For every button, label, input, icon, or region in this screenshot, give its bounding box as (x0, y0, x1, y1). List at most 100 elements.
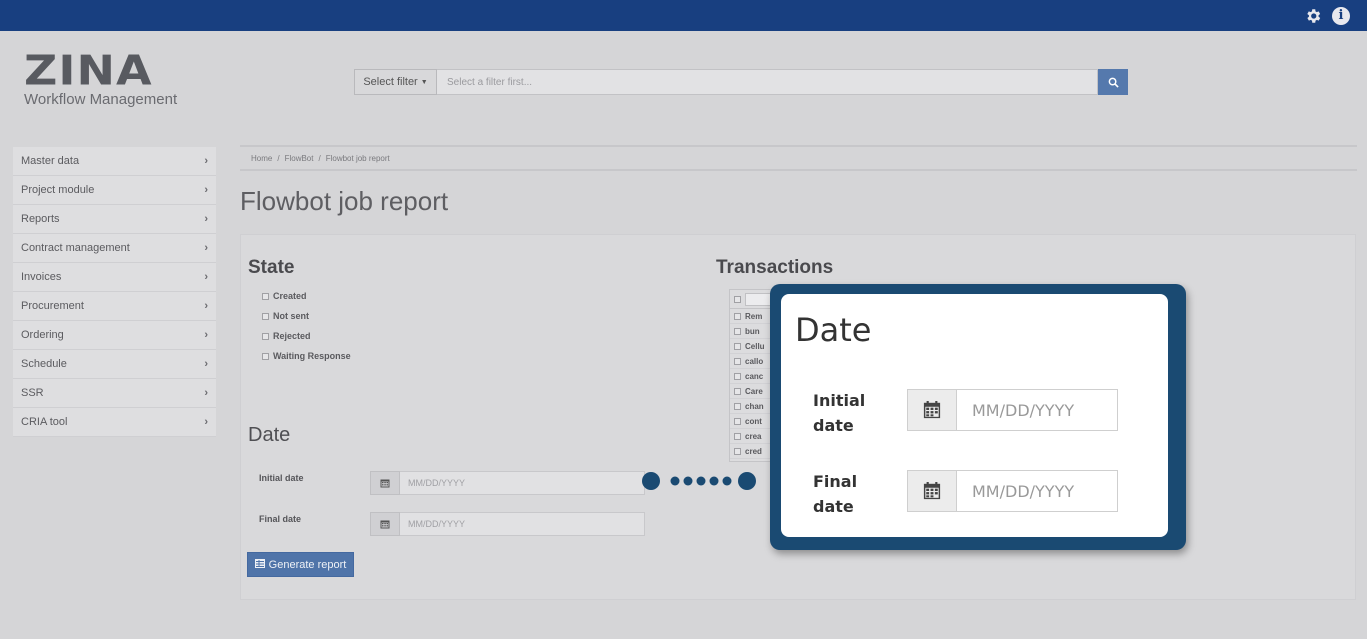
sidebar-item-ssr[interactable]: SSR › (13, 379, 216, 408)
breadcrumb-flowbot[interactable]: FlowBot (285, 154, 314, 163)
breadcrumb-home[interactable]: Home (251, 154, 272, 163)
caret-down-icon: ▼ (420, 78, 428, 86)
select-all-checkbox[interactable] (734, 295, 741, 303)
filter-select-dropdown[interactable]: Select filter ▼ (354, 69, 437, 95)
sidebar-item-cria-tool[interactable]: CRIA tool › (13, 408, 216, 437)
sidebar-item-label: Ordering (21, 329, 64, 341)
state-option-label: Rejected (273, 331, 311, 341)
sidebar-item-label: Procurement (21, 300, 84, 312)
date-callout: Date Initial date MM/DD/YYYY Final date … (770, 284, 1186, 550)
chevron-right-icon: › (204, 242, 208, 254)
callout-connector (642, 472, 756, 490)
checkbox[interactable] (734, 447, 741, 455)
callout-final-date-field[interactable]: MM/DD/YYYY (907, 470, 1118, 512)
initial-date-field[interactable]: MM/DD/YYYY (370, 471, 645, 495)
checkbox[interactable] (734, 357, 741, 365)
callout-title: Date (795, 311, 872, 349)
chevron-right-icon: › (204, 184, 208, 196)
sidebar-item-label: Invoices (21, 271, 62, 283)
state-option-label: Created (273, 291, 307, 301)
page-title: Flowbot job report (240, 186, 449, 216)
checkbox[interactable] (734, 342, 741, 350)
state-option-rejected[interactable]: Rejected (262, 331, 311, 341)
logo-mark: ZINA (24, 45, 153, 95)
sidebar-item-invoices[interactable]: Invoices › (13, 263, 216, 292)
calendar-icon[interactable] (907, 470, 957, 512)
search-button[interactable] (1098, 69, 1128, 95)
breadcrumb-separator: / (277, 153, 280, 163)
sidebar-item-master-data[interactable]: Master data › (13, 147, 216, 176)
callout-initial-date-field[interactable]: MM/DD/YYYY (907, 389, 1118, 431)
sidebar-item-project-module[interactable]: Project module › (13, 176, 216, 205)
breadcrumb-separator: / (318, 153, 321, 163)
checkbox[interactable] (262, 312, 269, 320)
transaction-label: cont (745, 416, 762, 426)
checkbox[interactable] (262, 292, 269, 300)
chevron-right-icon: › (204, 271, 208, 283)
connector-dot (738, 472, 756, 490)
chevron-right-icon: › (204, 329, 208, 341)
state-option-created[interactable]: Created (262, 291, 307, 301)
final-date-label: Final date (259, 514, 302, 524)
state-option-not-sent[interactable]: Not sent (262, 311, 309, 321)
sidebar-item-label: SSR (21, 387, 44, 399)
breadcrumb-current: Flowbot job report (325, 153, 390, 163)
checkbox[interactable] (734, 327, 741, 335)
table-icon (254, 558, 265, 571)
search-icon (1108, 77, 1119, 88)
generate-report-label: Generate report (268, 558, 347, 571)
transaction-label: bun (745, 326, 760, 336)
checkbox[interactable] (262, 332, 269, 340)
calendar-icon[interactable] (907, 389, 957, 431)
state-option-waiting-response[interactable]: Waiting Response (262, 351, 351, 361)
transaction-label: canc (745, 371, 764, 381)
callout-initial-date-input[interactable]: MM/DD/YYYY (957, 389, 1118, 431)
checkbox[interactable] (734, 417, 741, 425)
transaction-label: callo (745, 356, 764, 366)
checkbox[interactable] (734, 432, 741, 440)
final-date-input[interactable]: MM/DD/YYYY (400, 512, 645, 536)
transaction-label: cred (745, 446, 762, 456)
top-bar: i (0, 0, 1367, 31)
sidebar-item-ordering[interactable]: Ordering › (13, 321, 216, 350)
transaction-label: Cellu (745, 341, 765, 351)
transaction-label: Rem (745, 311, 763, 321)
connector-dot (722, 476, 732, 486)
checkbox[interactable] (734, 312, 741, 320)
callout-initial-date-label: Initial date (813, 391, 866, 435)
filter-select-label: Select filter (363, 76, 418, 88)
transaction-label: crea (745, 431, 762, 441)
final-date-field[interactable]: MM/DD/YYYY (370, 512, 645, 536)
initial-date-input[interactable]: MM/DD/YYYY (400, 471, 645, 495)
sidebar-item-reports[interactable]: Reports › (13, 205, 216, 234)
sidebar-item-label: Project module (21, 184, 95, 196)
state-option-label: Waiting Response (273, 351, 351, 361)
transaction-label: chan (745, 401, 764, 411)
filter-input-placeholder: Select a filter first... (447, 76, 533, 88)
calendar-icon[interactable] (370, 512, 400, 536)
connector-dot (683, 476, 693, 486)
sidebar-item-label: Contract management (21, 242, 130, 254)
app-logo[interactable]: ZINA Workflow Management (24, 45, 177, 108)
sidebar-item-contract-management[interactable]: Contract management › (13, 234, 216, 263)
generate-report-button[interactable]: Generate report (247, 552, 354, 577)
sidebar-item-label: CRIA tool (21, 416, 68, 428)
sidebar-item-schedule[interactable]: Schedule › (13, 350, 216, 379)
chevron-right-icon: › (204, 300, 208, 312)
callout-final-date-input[interactable]: MM/DD/YYYY (957, 470, 1118, 512)
calendar-icon[interactable] (370, 471, 400, 495)
checkbox[interactable] (734, 387, 741, 395)
gear-icon[interactable] (1304, 7, 1322, 25)
chevron-right-icon: › (204, 358, 208, 370)
info-icon[interactable]: i (1332, 7, 1350, 25)
date-heading: Date (248, 424, 291, 446)
filter-input[interactable]: Select a filter first... (437, 69, 1098, 95)
chevron-right-icon: › (204, 213, 208, 225)
sidebar-item-label: Reports (21, 213, 60, 225)
checkbox[interactable] (734, 372, 741, 380)
checkbox[interactable] (262, 352, 269, 360)
sidebar-item-procurement[interactable]: Procurement › (13, 292, 216, 321)
checkbox[interactable] (734, 402, 741, 410)
transactions-heading: Transactions (716, 257, 834, 278)
initial-date-label: Initial date (259, 473, 304, 483)
